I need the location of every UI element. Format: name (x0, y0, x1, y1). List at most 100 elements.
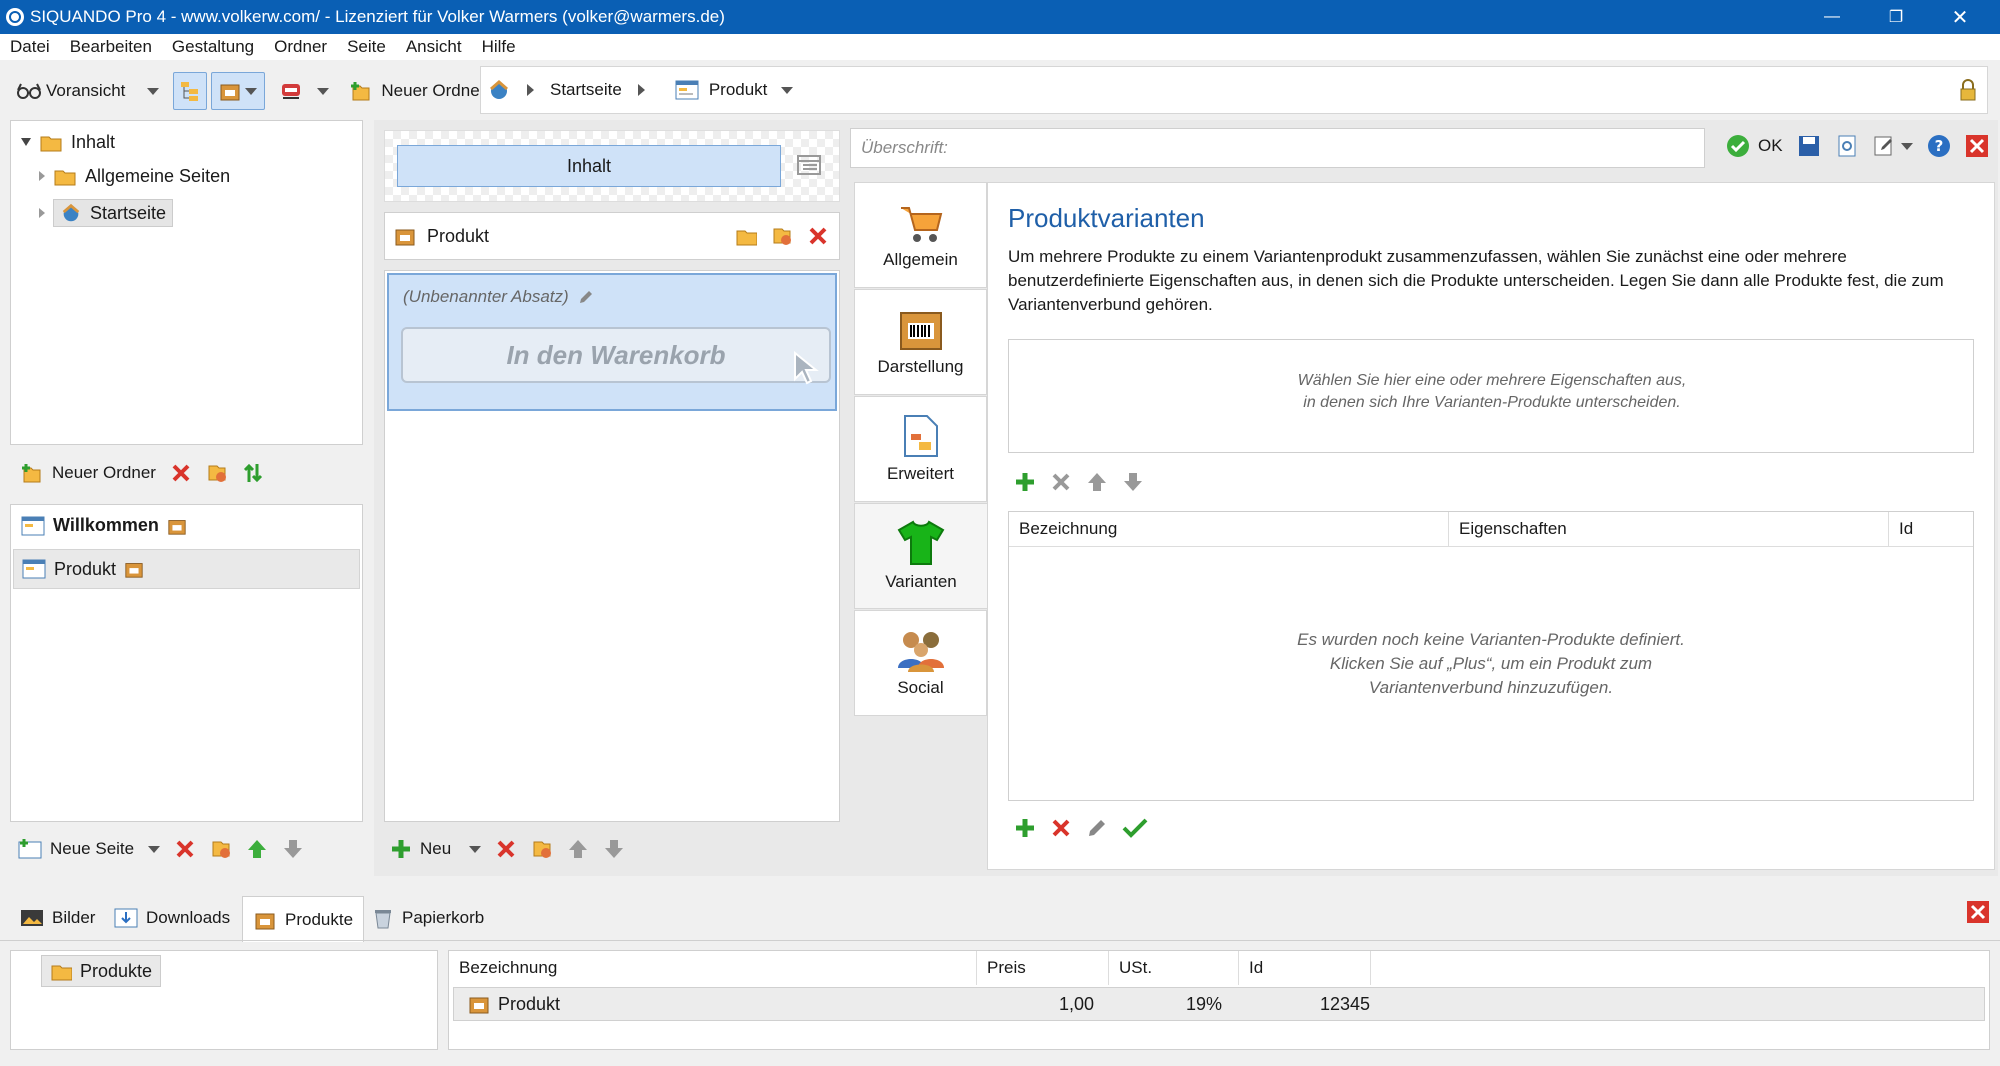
column-bezeichnung[interactable]: Bezeichnung (449, 951, 977, 985)
arrow-up-icon[interactable] (1086, 471, 1108, 493)
expand-icon[interactable] (21, 138, 31, 146)
copy-icon[interactable] (771, 225, 793, 247)
new-folder-action[interactable]: Neuer Ordner (20, 462, 156, 484)
breadcrumb-produkt[interactable]: Produkt (709, 80, 768, 100)
tree-item-allgemeine-seiten[interactable]: Allgemeine Seiten (39, 165, 230, 187)
tab-bilder[interactable]: Bilder (10, 896, 105, 940)
cart-button-preview[interactable]: In den Warenkorb (401, 327, 831, 385)
new-folder-action-label: Neuer Ordner (52, 463, 156, 482)
tab-social[interactable]: Social (854, 610, 987, 716)
delete-icon[interactable] (170, 462, 192, 484)
delete-icon[interactable] (174, 838, 196, 860)
collapse-icon[interactable] (39, 171, 45, 181)
column-bezeichnung[interactable]: Bezeichnung (1009, 512, 1449, 546)
arrow-up-icon[interactable] (567, 838, 589, 860)
tree-item-startseite[interactable]: Startseite (39, 199, 174, 227)
preview-page-icon[interactable] (1835, 134, 1859, 158)
tree-view-toggle[interactable] (173, 72, 208, 110)
folder-produkte[interactable]: Produkte (41, 955, 162, 987)
close-editor-icon[interactable] (1965, 134, 1989, 158)
folder-icon[interactable] (735, 225, 757, 247)
lock-icon[interactable] (1959, 79, 1977, 101)
preview-button[interactable]: Voransicht (8, 72, 167, 110)
edit-dropdown-icon[interactable] (1900, 142, 1913, 150)
page-item-produkt[interactable]: Produkt (13, 549, 360, 589)
arrow-up-icon[interactable] (246, 838, 268, 860)
product-element[interactable]: Produkt (384, 212, 840, 260)
sort-icon[interactable] (242, 462, 264, 484)
page-item-willkommen[interactable]: Willkommen (21, 515, 187, 536)
tab-darstellung[interactable]: Darstellung (854, 289, 987, 395)
tab-inhalt[interactable]: Inhalt (397, 145, 781, 187)
new-paragraph-action[interactable]: Neu (390, 838, 482, 860)
copy-icon[interactable] (531, 838, 553, 860)
tab-varianten[interactable]: Varianten (854, 503, 987, 609)
document-icon (903, 415, 938, 457)
arrow-down-icon[interactable] (603, 838, 625, 860)
folder-actions: Neuer Ordner (20, 462, 264, 484)
collapse-icon[interactable] (39, 208, 45, 218)
design-dropdown-icon[interactable] (317, 87, 330, 95)
plus-icon[interactable] (1014, 817, 1036, 839)
column-id[interactable]: Id (1889, 512, 1973, 546)
arrow-down-icon[interactable] (282, 838, 304, 860)
column-eigenschaften[interactable]: Eigenschaften (1449, 512, 1889, 546)
edit-menu[interactable] (1873, 135, 1913, 157)
tree-root[interactable]: Inhalt (21, 131, 115, 153)
restore-icon[interactable]: ❐ (1864, 0, 1928, 34)
product-view-toggle[interactable] (211, 72, 266, 110)
save-icon[interactable] (1797, 134, 1821, 158)
delete-icon[interactable] (807, 225, 829, 247)
tree-item-label: Allgemeine Seiten (85, 165, 231, 186)
new-dropdown-icon[interactable] (469, 845, 482, 853)
paragraph-header: (Unbenannter Absatz) (403, 287, 595, 307)
view-dropdown-icon[interactable] (245, 87, 258, 95)
preview-label: Voransicht (46, 81, 126, 100)
pencil-icon[interactable] (1086, 817, 1108, 839)
menu-bearbeiten[interactable]: Bearbeiten (60, 37, 162, 57)
delete-icon[interactable] (495, 838, 517, 860)
preview-dropdown-icon[interactable] (147, 87, 160, 95)
new-page-action[interactable]: Neue Seite (18, 838, 161, 860)
remove-icon[interactable] (1050, 471, 1072, 493)
design-button[interactable] (271, 72, 337, 110)
copy-icon[interactable] (210, 838, 232, 860)
help-icon[interactable]: ? (1927, 134, 1951, 158)
arrow-down-icon[interactable] (1122, 471, 1144, 493)
plus-icon[interactable] (1014, 471, 1036, 493)
heading-input[interactable]: Überschrift: (850, 128, 1705, 168)
column-id[interactable]: Id (1239, 951, 1371, 985)
menu-gestaltung[interactable]: Gestaltung (162, 37, 264, 57)
tab-erweitert[interactable]: Erweitert (854, 396, 987, 502)
delete-icon[interactable] (1050, 817, 1072, 839)
download-icon (114, 908, 138, 928)
tab-downloads[interactable]: Downloads (104, 896, 240, 940)
ok-button[interactable]: OK (1726, 134, 1783, 158)
menu-hilfe[interactable]: Hilfe (472, 37, 526, 57)
pencil-icon[interactable] (577, 288, 595, 306)
column-preis[interactable]: Preis (977, 951, 1109, 985)
menu-datei[interactable]: Datei (0, 37, 60, 57)
menu-seite[interactable]: Seite (337, 37, 396, 57)
layout-icon[interactable] (797, 155, 821, 175)
tab-papierkorb[interactable]: Papierkorb (362, 896, 494, 940)
copy-icon[interactable] (206, 462, 228, 484)
new-page-dropdown-icon[interactable] (148, 845, 161, 853)
check-icon[interactable] (1122, 817, 1148, 839)
new-folder-button[interactable]: Neuer Ordner (341, 72, 493, 110)
tab-produkte[interactable]: Produkte (242, 896, 365, 942)
breadcrumb-dropdown-icon[interactable] (781, 86, 794, 94)
column-ust[interactable]: USt. (1109, 951, 1239, 985)
tab-allgemein[interactable]: Allgemein (854, 182, 987, 288)
new-folder-label: Neuer Ordner (381, 81, 486, 100)
properties-list[interactable]: Wählen Sie hier eine oder mehrere Eigens… (1008, 339, 1974, 453)
close-bottom-panel-icon[interactable] (1966, 900, 1990, 924)
menu-ansicht[interactable]: Ansicht (396, 37, 472, 57)
breadcrumb-startseite[interactable]: Startseite (550, 80, 622, 100)
paragraph-item[interactable]: (Unbenannter Absatz) In den Warenkorb (387, 273, 837, 411)
minimize-icon[interactable]: — (1800, 0, 1864, 34)
home-icon[interactable] (487, 79, 511, 101)
close-icon[interactable]: ✕ (1928, 0, 1992, 34)
menu-ordner[interactable]: Ordner (264, 37, 337, 57)
table-row[interactable]: Produkt 1,00 19% 12345 (453, 987, 1985, 1021)
